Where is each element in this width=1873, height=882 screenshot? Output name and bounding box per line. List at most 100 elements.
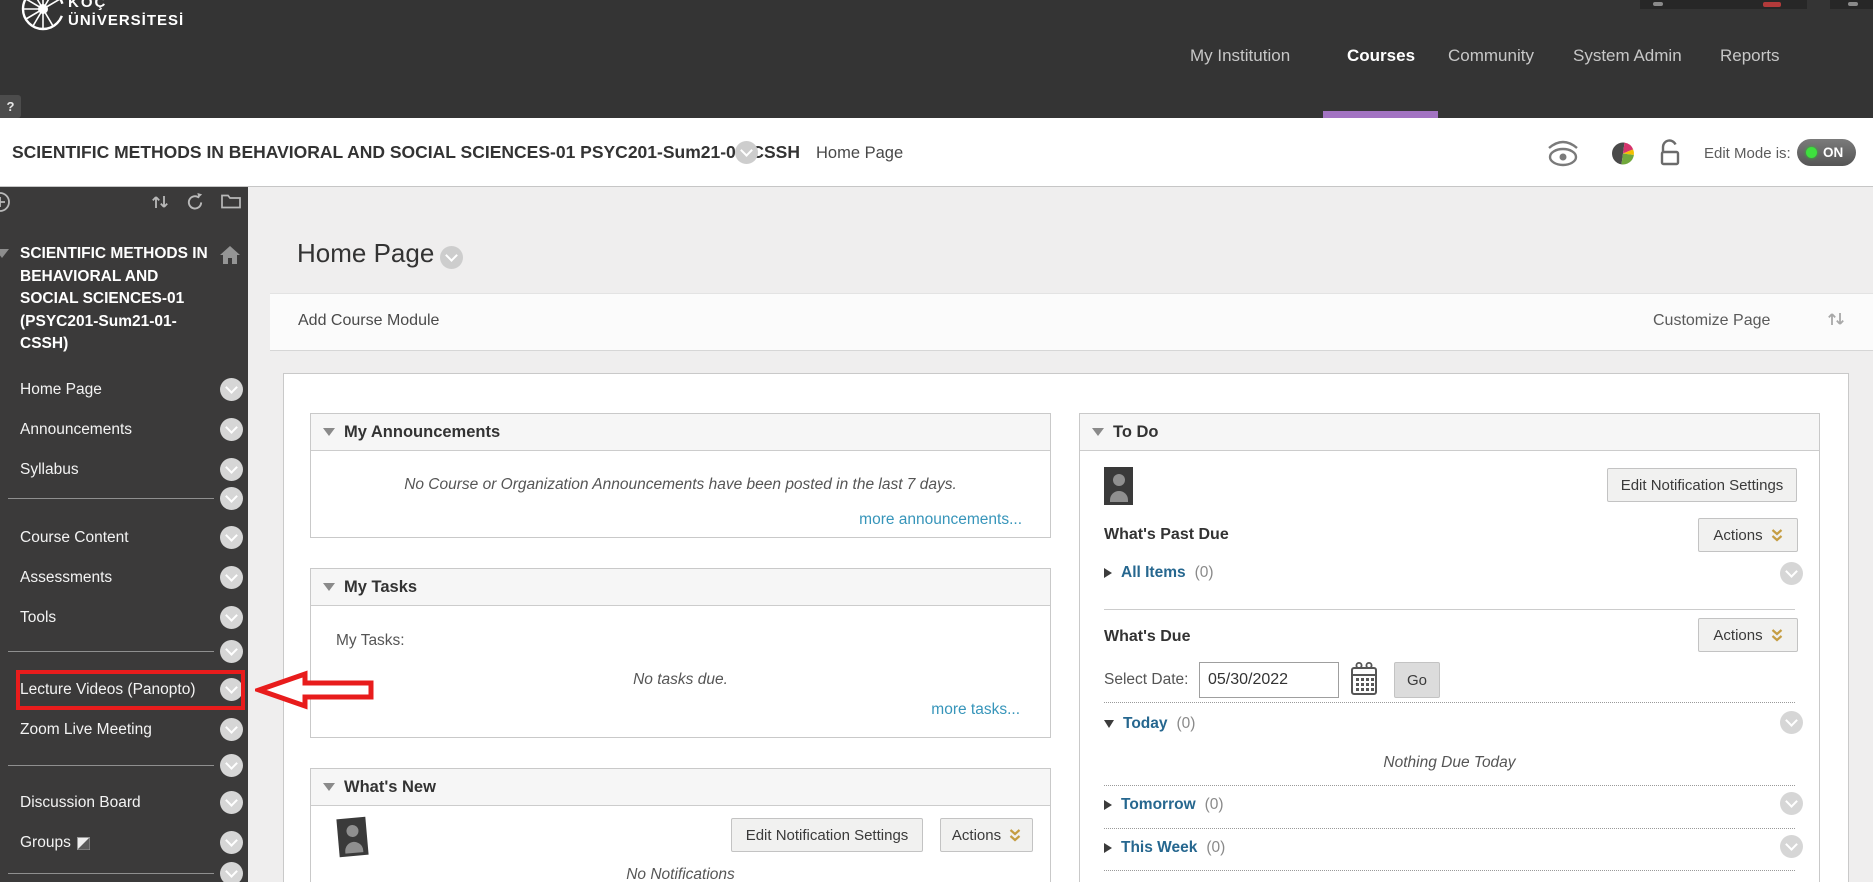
- tomorrow-row[interactable]: Tomorrow (0): [1104, 796, 1224, 814]
- menu-item-badge[interactable]: [220, 606, 243, 629]
- more-tasks-link[interactable]: more tasks...: [931, 701, 1020, 719]
- row-menu-badge[interactable]: [1780, 792, 1803, 815]
- student-preview-eye-icon[interactable]: [1545, 140, 1581, 172]
- divider-badge[interactable]: [220, 862, 243, 882]
- menu-item-badge[interactable]: [220, 718, 243, 741]
- course-collapse-triangle[interactable]: [0, 249, 9, 258]
- triangle-right-icon: [1104, 800, 1112, 810]
- topbar-fragment: [1640, 0, 1807, 9]
- tab-reports[interactable]: Reports: [1720, 46, 1780, 66]
- sidebar-course-title[interactable]: SCIENTIFIC METHODS IN BEHAVIORAL AND SOC…: [20, 243, 218, 356]
- tab-my-institution[interactable]: My Institution: [1190, 46, 1290, 66]
- avatar: [336, 817, 368, 857]
- sidebar-item-zoom-live-meeting[interactable]: Zoom Live Meeting: [20, 721, 152, 739]
- edit-notification-settings-button[interactable]: Edit Notification Settings: [1607, 468, 1797, 502]
- menu-item-badge[interactable]: [220, 526, 243, 549]
- module-title: To Do: [1113, 423, 1159, 442]
- divider-badge[interactable]: [220, 487, 243, 510]
- today-row[interactable]: Today (0): [1104, 715, 1195, 733]
- open-lock-icon[interactable]: [1657, 138, 1683, 173]
- add-course-module-button[interactable]: Add Course Module: [298, 312, 439, 330]
- menu-item-badge[interactable]: [220, 458, 243, 481]
- divider-badge[interactable]: [220, 754, 243, 777]
- module-header: To Do: [1080, 414, 1819, 451]
- sidebar-item-discussion-board[interactable]: Discussion Board: [20, 794, 141, 812]
- row-menu-badge[interactable]: [1780, 711, 1803, 734]
- sidebar-item-syllabus[interactable]: Syllabus: [20, 461, 79, 479]
- customize-page-button[interactable]: Customize Page: [1653, 312, 1770, 330]
- tab-community[interactable]: Community: [1448, 46, 1534, 66]
- annotation-highlight-box: [16, 670, 245, 710]
- triangle-right-icon: [1104, 568, 1112, 578]
- sidebar-item-home-page[interactable]: Home Page: [20, 381, 102, 399]
- all-items-link: All Items: [1121, 564, 1186, 582]
- topbar-glyph: [1848, 2, 1858, 6]
- edit-mode-toggle[interactable]: ON: [1797, 139, 1856, 166]
- row-menu-badge[interactable]: [1780, 835, 1803, 858]
- active-tab-underline: [1323, 111, 1438, 118]
- whats-due-label: What's Due: [1104, 628, 1190, 646]
- collapse-triangle-icon[interactable]: [323, 583, 335, 591]
- page-title-menu-badge[interactable]: [440, 246, 463, 269]
- sidebar-item-course-content[interactable]: Course Content: [20, 529, 129, 547]
- date-input[interactable]: [1199, 662, 1339, 698]
- avatar: [1104, 467, 1133, 505]
- row-menu-badge[interactable]: [1780, 562, 1803, 585]
- menu-item-badge[interactable]: [220, 418, 243, 441]
- divider-badge[interactable]: [220, 640, 243, 663]
- page-title: Home Page: [297, 238, 434, 269]
- course-title-line: (PSYC201-Sum21-01-: [20, 313, 177, 330]
- help-tab[interactable]: ?: [0, 95, 21, 118]
- more-announcements-link[interactable]: more announcements...: [859, 511, 1022, 529]
- dotted-divider: [1104, 870, 1795, 871]
- course-title-menu-badge[interactable]: [735, 141, 758, 164]
- notification-glyph: [1763, 2, 1781, 7]
- menu-item-badge[interactable]: [220, 378, 243, 401]
- actions-button[interactable]: Actions: [940, 818, 1033, 852]
- sidebar-item-groups[interactable]: Groups: [20, 834, 90, 852]
- my-tasks-label: My Tasks:: [336, 632, 405, 650]
- theme-palette-icon[interactable]: [1610, 140, 1636, 172]
- all-items-row[interactable]: All Items (0): [1104, 564, 1214, 582]
- menu-item-badge[interactable]: [220, 831, 243, 854]
- add-menu-item-icon[interactable]: [0, 191, 11, 218]
- collapse-triangle-icon[interactable]: [323, 428, 335, 436]
- hidden-from-students-icon: [77, 837, 90, 850]
- module-title: My Announcements: [344, 423, 500, 442]
- sidebar-item-assessments[interactable]: Assessments: [20, 569, 112, 587]
- go-button[interactable]: Go: [1394, 662, 1440, 698]
- course-title-line: SOCIAL SCIENCES-01: [20, 290, 184, 307]
- actions-button[interactable]: Actions: [1698, 618, 1798, 652]
- tab-system-admin[interactable]: System Admin: [1573, 46, 1682, 66]
- menu-item-badge[interactable]: [220, 791, 243, 814]
- home-icon[interactable]: [219, 245, 241, 270]
- section-divider: [1104, 609, 1795, 610]
- sidebar-item-announcements[interactable]: Announcements: [20, 421, 132, 439]
- double-chevron-down-icon: [1771, 528, 1783, 543]
- sidebar-item-tools[interactable]: Tools: [20, 609, 56, 627]
- module-to-do: To Do Edit Notification Settings What's …: [1079, 413, 1820, 882]
- double-chevron-down-icon: [1771, 628, 1783, 643]
- module-title: My Tasks: [344, 578, 417, 597]
- collapse-triangle-icon[interactable]: [1092, 428, 1104, 436]
- collapse-triangle-icon[interactable]: [323, 783, 335, 791]
- course-title-line: BEHAVIORAL AND: [20, 268, 158, 285]
- actions-button[interactable]: Actions: [1698, 518, 1798, 552]
- reorder-modules-icon[interactable]: [1826, 309, 1846, 334]
- triangle-right-icon: [1104, 843, 1112, 853]
- calendar-icon[interactable]: [1350, 661, 1378, 702]
- global-header: KOÇ ÜNİVERSİTESİ My Institution Courses …: [0, 0, 1873, 118]
- course-menu-sidebar: SCIENTIFIC METHODS IN BEHAVIORAL AND SOC…: [0, 187, 248, 882]
- logo-line2: ÜNİVERSİTESİ: [68, 12, 184, 29]
- refresh-icon[interactable]: [185, 192, 205, 216]
- course-title-line: SCIENTIFIC METHODS IN: [20, 245, 208, 262]
- breadcrumb-page-name: Home Page: [816, 144, 903, 163]
- folder-view-icon[interactable]: [221, 193, 241, 214]
- reorder-updown-icon[interactable]: [150, 193, 170, 216]
- koc-university-logo[interactable]: [20, 0, 66, 37]
- menu-item-badge[interactable]: [220, 566, 243, 589]
- whats-past-due-label: What's Past Due: [1104, 526, 1229, 544]
- tab-courses[interactable]: Courses: [1347, 46, 1415, 66]
- this-week-row[interactable]: This Week (0): [1104, 839, 1225, 857]
- edit-notification-settings-button[interactable]: Edit Notification Settings: [731, 818, 923, 852]
